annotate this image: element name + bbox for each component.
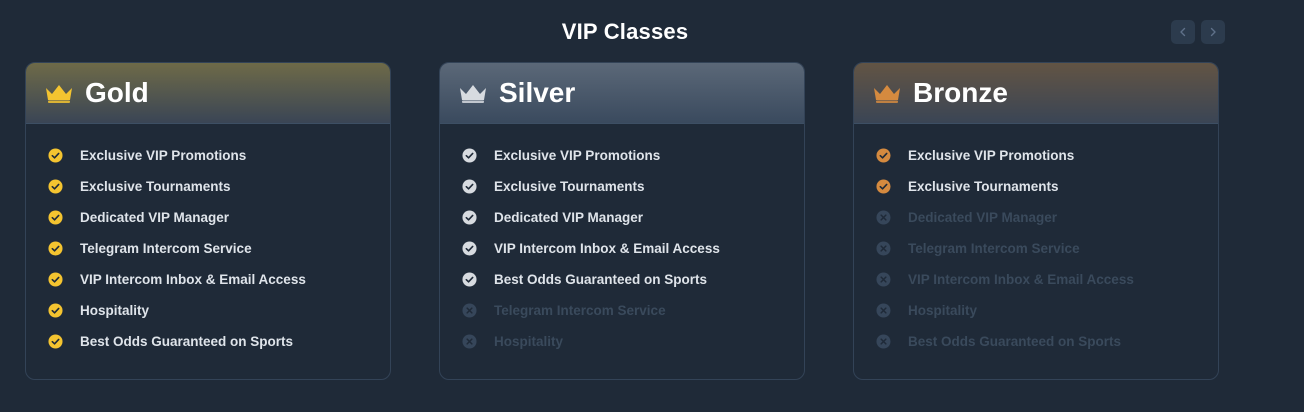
feature-item: Best Odds Guaranteed on Sports bbox=[876, 334, 1218, 365]
feature-label: Exclusive Tournaments bbox=[908, 179, 1059, 194]
feature-label: Hospitality bbox=[80, 303, 150, 318]
vip-tier-cards: Gold Exclusive VIP Promotions Exclusive T… bbox=[25, 62, 1219, 380]
check-circle-icon bbox=[48, 241, 63, 256]
tier-card-gold: Gold Exclusive VIP Promotions Exclusive T… bbox=[25, 62, 391, 380]
x-circle-icon bbox=[876, 334, 891, 349]
feature-label: VIP Intercom Inbox & Email Access bbox=[908, 272, 1134, 287]
tier-card-silver: Silver Exclusive VIP Promotions Exclusive… bbox=[439, 62, 805, 380]
feature-label: Dedicated VIP Manager bbox=[494, 210, 644, 225]
feature-item: Dedicated VIP Manager bbox=[462, 210, 804, 241]
next-button[interactable] bbox=[1201, 20, 1225, 44]
check-circle-icon bbox=[462, 179, 477, 194]
feature-list: Exclusive VIP Promotions Exclusive Tourna… bbox=[440, 124, 804, 365]
feature-item: Best Odds Guaranteed on Sports bbox=[48, 334, 390, 365]
feature-label: Best Odds Guaranteed on Sports bbox=[908, 334, 1122, 349]
check-circle-icon bbox=[48, 303, 63, 318]
feature-item: VIP Intercom Inbox & Email Access bbox=[48, 272, 390, 303]
feature-item: Exclusive VIP Promotions bbox=[876, 148, 1218, 179]
check-circle-icon bbox=[462, 241, 477, 256]
carousel-nav bbox=[1171, 20, 1225, 44]
feature-label: Best Odds Guaranteed on Sports bbox=[80, 334, 294, 349]
check-circle-icon bbox=[48, 210, 63, 225]
feature-label: Exclusive Tournaments bbox=[494, 179, 645, 194]
tier-name: Bronze bbox=[913, 77, 1008, 108]
prev-button[interactable] bbox=[1171, 20, 1195, 44]
feature-item: VIP Intercom Inbox & Email Access bbox=[876, 272, 1218, 303]
feature-item: Hospitality bbox=[48, 303, 390, 334]
check-circle-icon bbox=[876, 148, 891, 163]
feature-item: Best Odds Guaranteed on Sports bbox=[462, 272, 804, 303]
check-circle-icon bbox=[462, 272, 477, 287]
feature-label: Exclusive Tournaments bbox=[80, 179, 231, 194]
chevron-left-icon bbox=[1180, 27, 1186, 37]
feature-item: VIP Intercom Inbox & Email Access bbox=[462, 241, 804, 272]
feature-item: Hospitality bbox=[462, 334, 804, 365]
feature-label: Telegram Intercom Service bbox=[80, 241, 252, 256]
chevron-right-icon bbox=[1210, 27, 1216, 37]
feature-item: Telegram Intercom Service bbox=[876, 241, 1218, 272]
feature-item: Dedicated VIP Manager bbox=[876, 210, 1218, 241]
check-circle-icon bbox=[462, 210, 477, 225]
feature-label: Hospitality bbox=[908, 303, 978, 318]
feature-item: Exclusive Tournaments bbox=[876, 179, 1218, 210]
feature-label: Best Odds Guaranteed on Sports bbox=[494, 272, 708, 287]
feature-item: Exclusive Tournaments bbox=[462, 179, 804, 210]
feature-label: Telegram Intercom Service bbox=[908, 241, 1080, 256]
feature-label: Exclusive VIP Promotions bbox=[80, 148, 247, 163]
tier-card-header: Gold bbox=[26, 63, 390, 124]
x-circle-icon bbox=[876, 241, 891, 256]
feature-item: Exclusive VIP Promotions bbox=[48, 148, 390, 179]
tier-name: Gold bbox=[85, 77, 149, 108]
tier-card-header: Silver bbox=[440, 63, 804, 124]
crown-icon bbox=[872, 82, 902, 104]
check-circle-icon bbox=[462, 148, 477, 163]
feature-label: Hospitality bbox=[494, 334, 564, 349]
tier-card-bronze: Bronze Exclusive VIP Promotions Exclusive… bbox=[853, 62, 1219, 380]
feature-item: Dedicated VIP Manager bbox=[48, 210, 390, 241]
feature-label: Dedicated VIP Manager bbox=[908, 210, 1058, 225]
crown-icon bbox=[458, 82, 488, 104]
feature-list: Exclusive VIP Promotions Exclusive Tourna… bbox=[854, 124, 1218, 365]
feature-label: Exclusive VIP Promotions bbox=[908, 148, 1075, 163]
feature-item: Hospitality bbox=[876, 303, 1218, 334]
tier-name: Silver bbox=[499, 77, 576, 108]
x-circle-icon bbox=[876, 303, 891, 318]
feature-label: Exclusive VIP Promotions bbox=[494, 148, 661, 163]
feature-label: Dedicated VIP Manager bbox=[80, 210, 230, 225]
feature-label: VIP Intercom Inbox & Email Access bbox=[494, 241, 720, 256]
feature-label: Telegram Intercom Service bbox=[494, 303, 666, 318]
check-circle-icon bbox=[48, 272, 63, 287]
feature-list: Exclusive VIP Promotions Exclusive Tourna… bbox=[26, 124, 390, 365]
crown-icon bbox=[44, 82, 74, 104]
page-title: VIP Classes bbox=[561, 19, 689, 44]
feature-item: Telegram Intercom Service bbox=[48, 241, 390, 272]
check-circle-icon bbox=[876, 179, 891, 194]
x-circle-icon bbox=[462, 334, 477, 349]
feature-item: Exclusive Tournaments bbox=[48, 179, 390, 210]
check-circle-icon bbox=[48, 334, 63, 349]
x-circle-icon bbox=[876, 210, 891, 225]
check-circle-icon bbox=[48, 148, 63, 163]
check-circle-icon bbox=[48, 179, 63, 194]
x-circle-icon bbox=[876, 272, 891, 287]
x-circle-icon bbox=[462, 303, 477, 318]
feature-item: Exclusive VIP Promotions bbox=[462, 148, 804, 179]
feature-item: Telegram Intercom Service bbox=[462, 303, 804, 334]
feature-label: VIP Intercom Inbox & Email Access bbox=[80, 272, 306, 287]
tier-card-header: Bronze bbox=[854, 63, 1218, 124]
